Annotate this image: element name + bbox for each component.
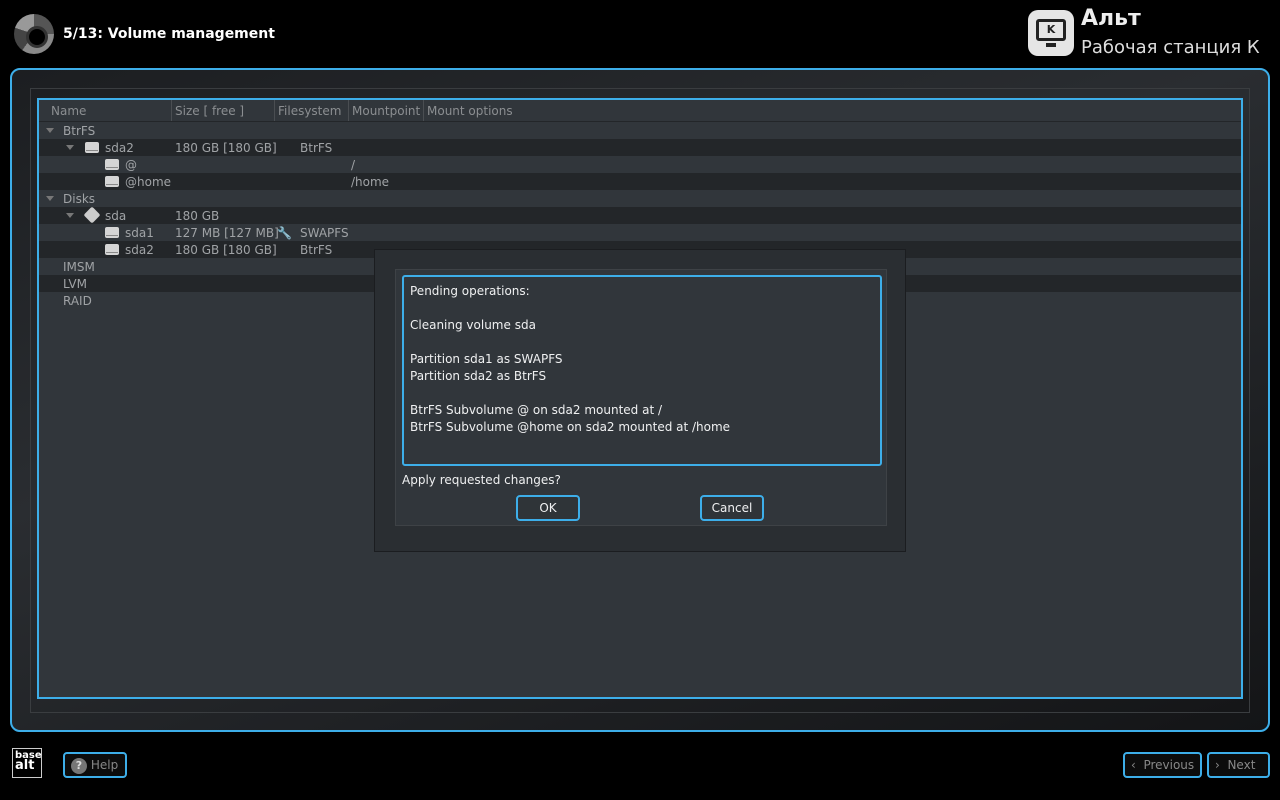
row-size: 127 MB [127 MB] (175, 225, 279, 240)
tree-row[interactable]: @home/home (39, 173, 1241, 190)
row-size: 180 GB [180 GB] (175, 140, 277, 155)
row-name: BtrFS (63, 123, 96, 138)
row-name: sda2 (105, 140, 134, 155)
row-name: Disks (63, 191, 96, 206)
row-filesystem: BtrFS (300, 140, 333, 155)
next-button[interactable]: › Next (1207, 752, 1270, 778)
col-mount-options[interactable]: Mount options (424, 100, 513, 121)
drive-icon (105, 227, 119, 238)
drive-icon (105, 159, 119, 170)
col-mountpoint[interactable]: Mountpoint (349, 100, 424, 121)
tree-row[interactable]: BtrFS (39, 122, 1241, 139)
row-name: sda2 (125, 242, 154, 257)
tree-row[interactable]: sda1 127 MB [127 MB] 🔧 SWAPFS (39, 224, 1241, 241)
expand-arrow-icon[interactable] (46, 128, 54, 133)
row-mountpoint: /home (351, 174, 390, 189)
chevron-right-icon: › (1215, 758, 1220, 772)
row-filesystem: SWAPFS (300, 225, 349, 240)
tree-row[interactable]: sda 180 GB (39, 206, 1241, 224)
page-title: 5/13: Volume management (63, 26, 275, 42)
tree-row[interactable]: @ / (39, 156, 1241, 173)
apply-question: Apply requested changes? (402, 473, 561, 487)
hard-disk-icon (83, 206, 101, 224)
col-name[interactable]: Name (39, 100, 172, 121)
help-button[interactable]: ? Help (63, 752, 127, 778)
pending-operations-text: Pending operations: Cleaning volume sda … (402, 275, 882, 466)
col-filesystem[interactable]: Filesystem (275, 100, 349, 121)
installer-logo-icon (14, 14, 54, 54)
tree-row[interactable]: Disks (39, 190, 1241, 207)
drive-icon (85, 142, 99, 153)
row-size: 180 GB (175, 208, 220, 223)
expand-arrow-icon[interactable] (46, 196, 54, 201)
row-name: sda (105, 208, 127, 223)
monitor-k-icon: K (1028, 10, 1074, 56)
wrench-icon: 🔧 (277, 225, 292, 240)
row-filesystem: BtrFS (300, 242, 333, 257)
brand-name: Альт (1081, 6, 1141, 31)
tree-row[interactable]: sda2 180 GB [180 GB] BtrFS (39, 139, 1241, 156)
row-mountpoint: / (351, 157, 356, 172)
confirm-dialog: Pending operations: Cleaning volume sda … (374, 249, 906, 552)
row-name: IMSM (63, 259, 95, 274)
col-size[interactable]: Size [ free ] (172, 100, 275, 121)
cancel-button[interactable]: Cancel (700, 495, 764, 521)
expand-arrow-icon[interactable] (66, 213, 74, 218)
brand-product: Рабочая станция К (1081, 37, 1260, 58)
drive-icon (105, 176, 119, 187)
previous-button[interactable]: ‹ Previous (1123, 752, 1202, 778)
expand-arrow-icon[interactable] (66, 145, 74, 150)
row-name: sda1 (125, 225, 154, 240)
ok-button[interactable]: OK (516, 495, 580, 521)
help-icon: ? (71, 757, 87, 774)
chevron-left-icon: ‹ (1131, 758, 1136, 772)
row-name: @ (125, 157, 137, 172)
row-name: LVM (63, 276, 87, 291)
tree-header: Name Size [ free ] Filesystem Mountpoint… (39, 100, 1241, 122)
drive-icon (105, 244, 119, 255)
row-name: @home (125, 174, 172, 189)
row-size: 180 GB [180 GB] (175, 242, 277, 257)
row-name: RAID (63, 293, 92, 308)
basealt-logo: base alt (12, 748, 42, 778)
